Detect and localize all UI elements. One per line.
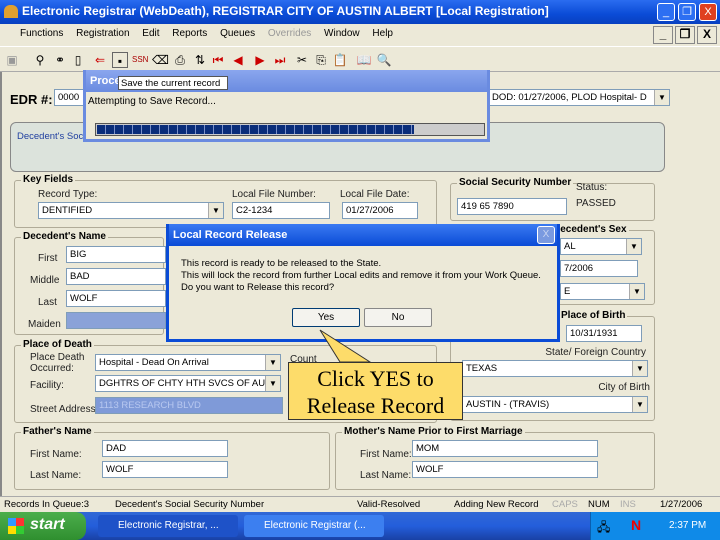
status-field: Decedent's Social Security Number [115, 499, 265, 510]
status-bar: Records In Queue:3 Decedent's Social Sec… [0, 496, 720, 512]
status-validation: Valid-Resolved [357, 499, 421, 510]
network-icon[interactable]: 🖧 [597, 518, 610, 539]
status-queue: Records In Queue:3 [4, 499, 90, 510]
start-button[interactable]: start [0, 512, 86, 540]
taskbar-item-2[interactable]: Electronic Registrar (... [244, 515, 384, 537]
n-app-icon[interactable]: N [631, 517, 641, 533]
status-date: 1/27/2006 [660, 499, 703, 510]
status-num: NUM [588, 499, 610, 510]
callout-pointer [319, 329, 372, 363]
system-tray: 🖧 N 2:37 PM [590, 512, 720, 540]
status-mode: Adding New Record [454, 499, 539, 510]
taskbar-item-1[interactable]: Electronic Registrar, ... [98, 515, 238, 537]
taskbar: start Electronic Registrar, ... Electron… [0, 512, 720, 540]
windows-logo-icon [8, 518, 24, 534]
status-caps: CAPS [552, 499, 578, 510]
instruction-callout: Click YES to Release Record [288, 362, 463, 420]
clock: 2:37 PM [669, 520, 707, 531]
status-ins: INS [620, 499, 636, 510]
